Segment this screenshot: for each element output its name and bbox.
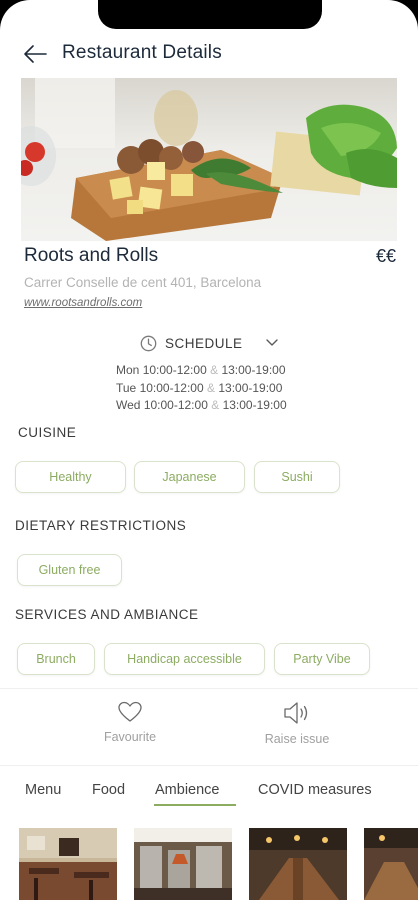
back-button[interactable] (22, 42, 48, 66)
dietary-title: DIETARY RESTRICTIONS (15, 518, 187, 533)
chip-japanese[interactable]: Japanese (134, 461, 245, 493)
schedule-label: SCHEDULE (165, 335, 243, 351)
ambience-photo[interactable] (364, 828, 418, 900)
tab-menu[interactable]: Menu (25, 782, 61, 798)
schedule-row-tue: Tue 10:00-12:00 & 13:00-19:00 (116, 381, 282, 395)
restaurant-name: Roots and Rolls (24, 245, 159, 266)
favourite-button[interactable]: Favourite (70, 700, 190, 744)
cuisine-title: CUISINE (18, 425, 77, 440)
restaurant-address: Carrer Conselle de cent 401, Barcelona (24, 275, 262, 290)
services-title: SERVICES AND AMBIANCE (15, 607, 199, 622)
price-level: €€ (375, 246, 396, 266)
tab-covid-measures[interactable]: COVID measures (258, 782, 372, 798)
page-title: Restaurant Details (62, 42, 222, 63)
tab-food[interactable]: Food (92, 782, 125, 798)
phone-notch (98, 0, 322, 29)
favourite-label: Favourite (103, 730, 157, 744)
ambience-photo[interactable] (249, 828, 347, 900)
restaurant-hero-image (21, 78, 397, 241)
divider (0, 688, 418, 689)
schedule-slot: 10:00-12:00 (142, 363, 207, 377)
schedule-toggle[interactable]: SCHEDULE (140, 332, 279, 354)
ambience-photo[interactable] (134, 828, 232, 900)
tab-ambience[interactable]: Ambience (155, 782, 219, 798)
raise-issue-button[interactable]: Raise issue (237, 700, 357, 746)
schedule-sep: & (206, 381, 215, 395)
schedule-sep: & (210, 363, 219, 377)
schedule-day: Wed (116, 398, 141, 412)
raise-issue-label: Raise issue (264, 732, 330, 746)
schedule-day: Tue (116, 381, 137, 395)
ambience-photo[interactable] (19, 828, 117, 900)
back-arrow-icon (24, 45, 47, 63)
chevron-down-icon (265, 339, 278, 346)
chip-handicap-accessible[interactable]: Handicap accessible (104, 643, 265, 675)
divider (0, 765, 418, 766)
chip-party-vibe[interactable]: Party Vibe (274, 643, 370, 675)
chip-healthy[interactable]: Healthy (15, 461, 126, 493)
chip-gluten-free[interactable]: Gluten free (17, 554, 122, 586)
chip-sushi[interactable]: Sushi (254, 461, 340, 493)
chip-brunch[interactable]: Brunch (17, 643, 95, 675)
clock-icon (140, 335, 157, 351)
schedule-slot: 10:00-12:00 (143, 398, 208, 412)
schedule-slot: 13:00-19:00 (218, 381, 283, 395)
schedule-sep: & (211, 398, 220, 412)
active-tab-indicator (154, 804, 236, 806)
schedule-slot: 13:00-19:00 (222, 398, 287, 412)
schedule-slot: 13:00-19:00 (221, 363, 286, 377)
schedule-row-wed: Wed 10:00-12:00 & 13:00-19:00 (116, 398, 287, 412)
heart-icon (118, 701, 142, 722)
schedule-day: Mon (116, 363, 140, 377)
schedule-slot: 10:00-12:00 (139, 381, 204, 395)
restaurant-website-link[interactable]: www.rootsandrolls.com (24, 297, 142, 309)
speaker-icon (284, 702, 308, 724)
header: Restaurant Details (0, 38, 418, 70)
schedule-row-mon: Mon 10:00-12:00 & 13:00-19:00 (116, 363, 286, 377)
